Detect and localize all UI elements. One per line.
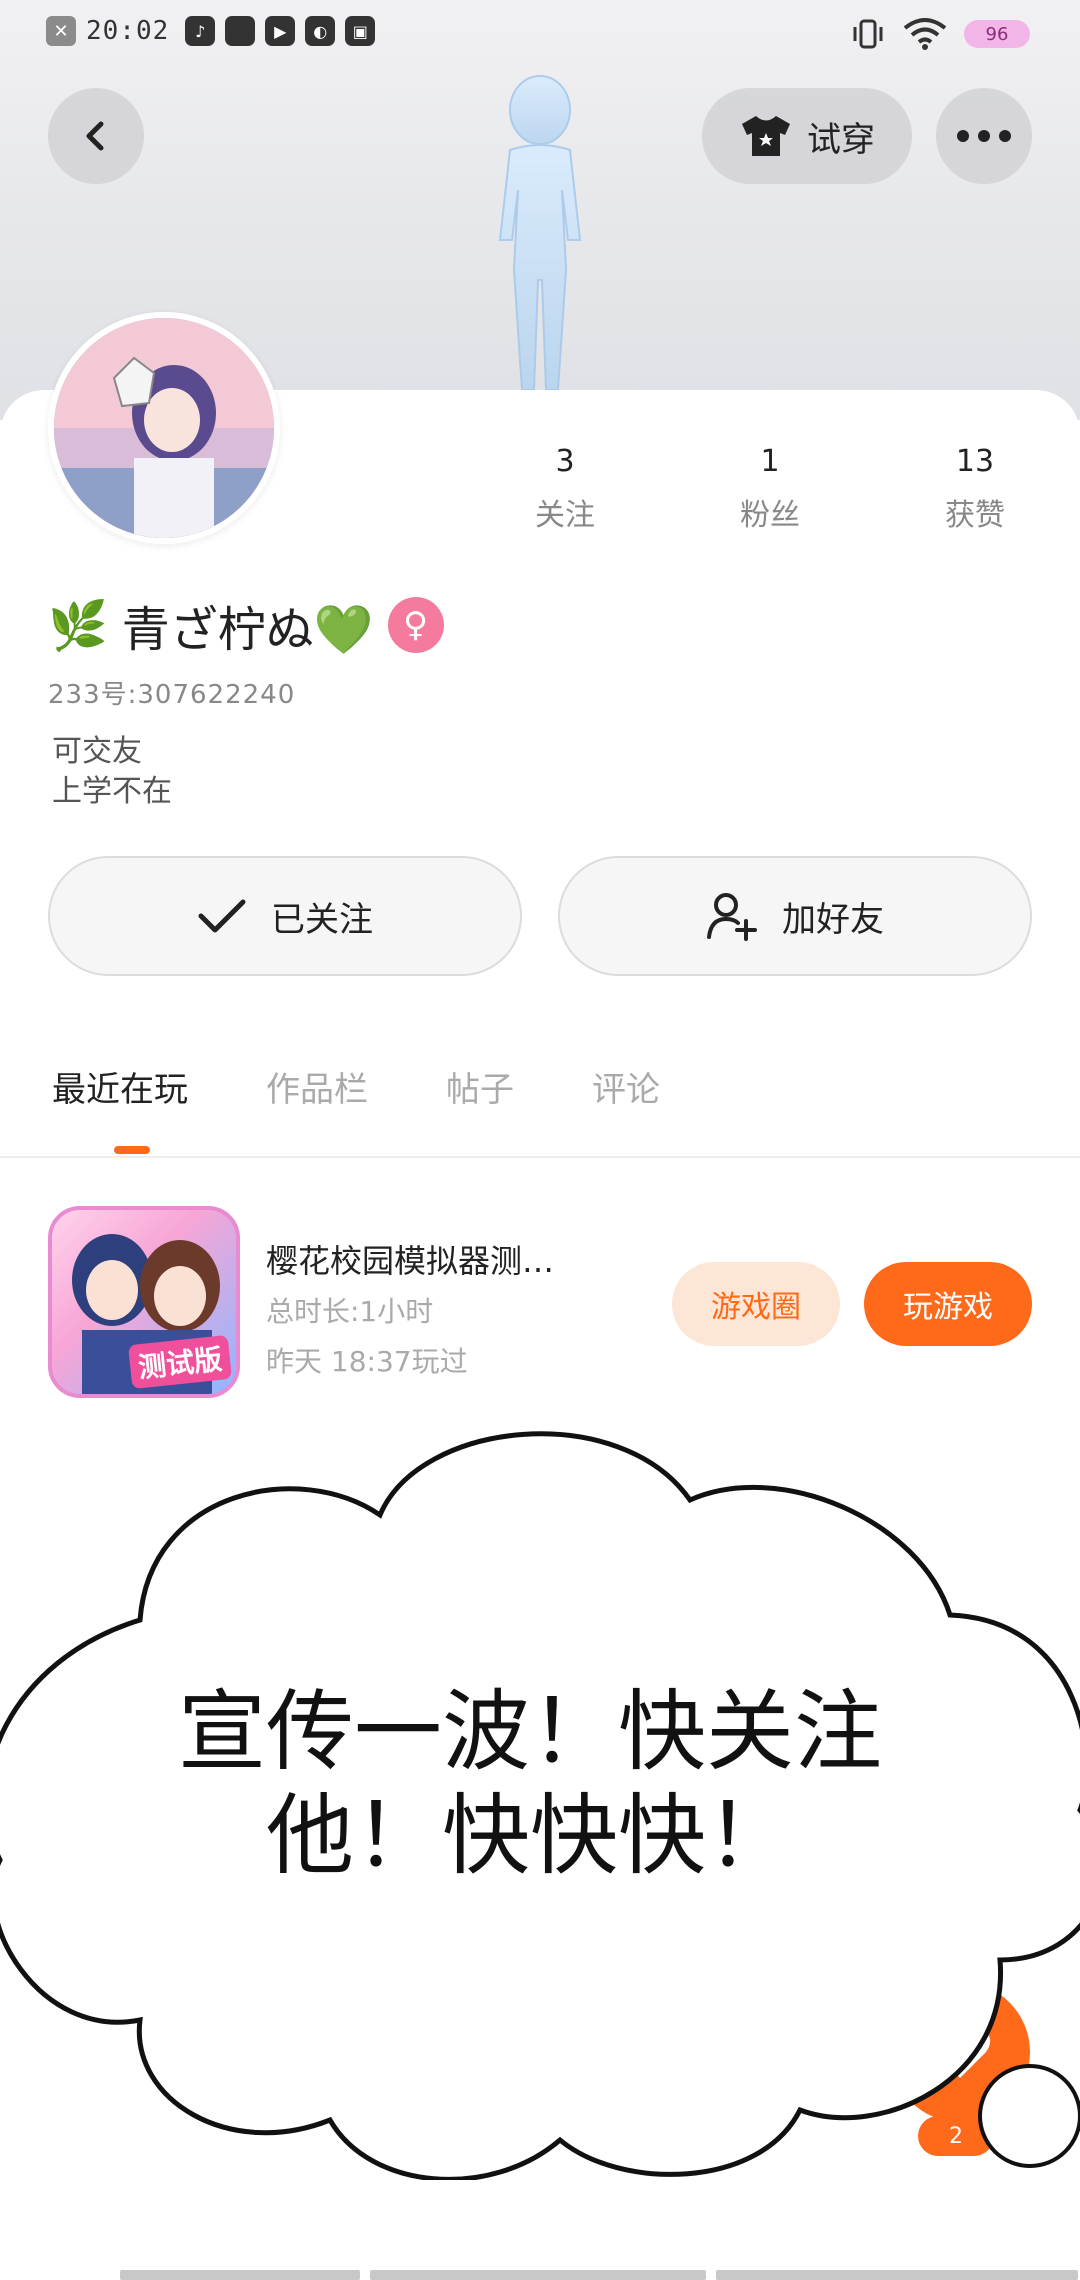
username: 青ざ柠ぬ💚 bbox=[121, 602, 374, 658]
bio-line: 可交友 bbox=[52, 734, 142, 769]
username-row: 🌿 青ざ柠ぬ💚 ♀ bbox=[48, 590, 444, 660]
add-user-icon bbox=[707, 893, 757, 941]
chevron-left-icon bbox=[86, 121, 104, 151]
play-duration: 总时长:1小时 bbox=[266, 1295, 434, 1328]
leaf-icon: 🌿 bbox=[48, 597, 108, 654]
female-gender-icon: ♀ bbox=[387, 597, 444, 653]
gallery-icon: ▣ bbox=[345, 16, 376, 46]
try-on-label: 试穿 bbox=[807, 119, 875, 160]
bottom-scroll-indicator bbox=[120, 2270, 1080, 2280]
indicator-segment bbox=[370, 2270, 706, 2280]
followed-button[interactable]: 已关注 bbox=[48, 856, 522, 976]
floating-circle[interactable] bbox=[978, 2064, 1080, 2168]
game-circle-button[interactable]: 游戏圈 bbox=[672, 1262, 840, 1346]
wifi-icon bbox=[903, 18, 947, 50]
likes-stat[interactable]: 13 获赞 bbox=[910, 444, 1040, 534]
status-time: 20:02 bbox=[86, 16, 170, 46]
user-id: 233号:307622240 bbox=[48, 680, 296, 710]
tab-comments[interactable]: 评论 bbox=[592, 1062, 660, 1111]
tiktok-icon: ♪ bbox=[185, 16, 216, 46]
followers-stat[interactable]: 1 粉丝 bbox=[705, 444, 835, 534]
likes-count: 13 bbox=[955, 444, 995, 479]
play-game-button[interactable]: 玩游戏 bbox=[864, 1262, 1032, 1346]
following-count: 3 bbox=[555, 444, 575, 479]
checkmark-icon bbox=[198, 899, 246, 933]
indicator-segment bbox=[716, 2270, 1078, 2280]
bio-line: 上学不在 bbox=[52, 774, 172, 809]
battery-indicator: 96 bbox=[964, 20, 1030, 48]
shirt-icon bbox=[742, 116, 790, 156]
likes-label: 获赞 bbox=[945, 498, 1005, 533]
indicator-segment bbox=[120, 2270, 360, 2280]
more-options-button[interactable] bbox=[936, 88, 1032, 184]
tab-recently-played[interactable]: 最近在玩 bbox=[52, 1062, 188, 1111]
game-icon[interactable]: 测试版 bbox=[48, 1206, 240, 1398]
user-bio: 可交友 上学不在 bbox=[52, 732, 172, 812]
status-bar: ✕ 20:02 ♪ ▶ ◐ ▣ 96 bbox=[0, 0, 1080, 70]
profile-stats: 3 关注 1 粉丝 13 获赞 bbox=[500, 444, 1040, 534]
user-avatar[interactable] bbox=[48, 312, 280, 544]
followers-count: 1 bbox=[760, 444, 780, 479]
add-friend-button[interactable]: 加好友 bbox=[558, 856, 1032, 976]
planet-icon: ◐ bbox=[305, 16, 336, 46]
vibrate-icon bbox=[853, 19, 883, 49]
followers-label: 粉丝 bbox=[740, 498, 800, 533]
cloud-message-line: 他！快快快！ bbox=[265, 1784, 794, 1887]
add-friend-label: 加好友 bbox=[782, 899, 884, 940]
tab-posts[interactable]: 帖子 bbox=[446, 1062, 514, 1111]
tabs-divider bbox=[0, 1156, 1080, 1158]
video-icon: ▶ bbox=[265, 16, 296, 46]
back-button[interactable] bbox=[48, 88, 144, 184]
avatar-figure-image bbox=[498, 75, 582, 391]
close-notification-icon: ✕ bbox=[46, 16, 76, 46]
followed-label: 已关注 bbox=[271, 899, 373, 940]
avatar-image bbox=[54, 318, 274, 538]
profile-tabs: 最近在玩 作品栏 帖子 评论 bbox=[52, 1062, 660, 1111]
following-stat[interactable]: 3 关注 bbox=[500, 444, 630, 534]
following-label: 关注 bbox=[535, 498, 595, 533]
app-icon bbox=[225, 16, 256, 46]
last-played: 昨天 18:37玩过 bbox=[266, 1345, 468, 1378]
cloud-message-line: 宣传一波！快关注 bbox=[177, 1680, 882, 1783]
tab-works[interactable]: 作品栏 bbox=[266, 1062, 368, 1111]
cloud-message: 宣传一波！快关注 他！快快快！ bbox=[120, 1680, 940, 1888]
game-title[interactable]: 樱花校园模拟器测… bbox=[266, 1236, 554, 1282]
active-tab-indicator bbox=[114, 1146, 150, 1154]
try-on-button[interactable]: 试穿 bbox=[702, 88, 912, 184]
more-dots-icon bbox=[957, 130, 1011, 142]
